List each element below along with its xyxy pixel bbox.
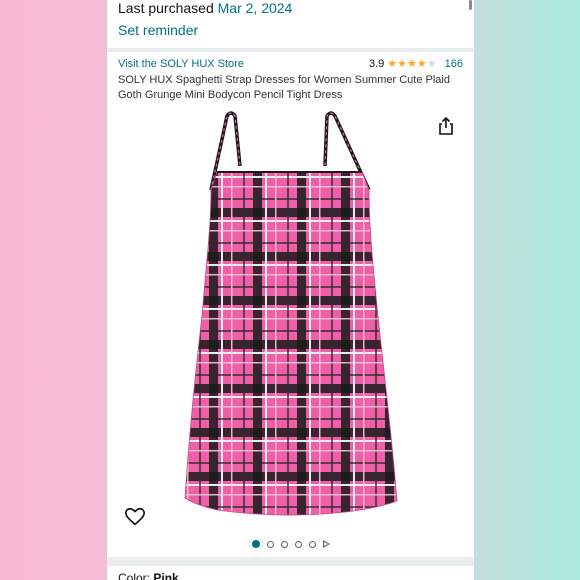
carousel-dot[interactable]	[251, 540, 260, 548]
color-value: Pink	[153, 571, 179, 580]
carousel-dot[interactable]	[280, 540, 288, 548]
star-icon: ★	[426, 57, 437, 70]
rating-count[interactable]: 166	[445, 58, 463, 70]
last-purchased-line: Last purchased Mar 2, 2024	[118, 0, 292, 16]
star-icon: ★	[407, 57, 417, 70]
store-link[interactable]: Visit the SOLY HUX Store	[118, 58, 244, 70]
dress-image	[184, 111, 398, 516]
rating-stars: ★ ★ ★ ★ ★	[387, 57, 437, 70]
star-icon: ★	[416, 57, 427, 70]
rating-value: 3.9	[368, 58, 385, 70]
section-divider	[107, 557, 474, 566]
carousel-dot[interactable]	[308, 540, 316, 548]
carousel-indicators	[107, 537, 474, 551]
last-purchased-date[interactable]: Mar 2, 2024	[218, 0, 293, 16]
product-image[interactable]	[107, 106, 474, 534]
product-panel: Last purchased Mar 2, 2024 Set reminder …	[107, 0, 474, 580]
star-icon: ★	[397, 57, 408, 70]
color-label: Color:	[118, 571, 151, 580]
heart-icon[interactable]	[124, 506, 146, 528]
section-divider	[107, 48, 474, 52]
product-title: SOLY HUX Spaghetti Strap Dresses for Wom…	[118, 74, 450, 101]
play-icon[interactable]	[322, 540, 330, 548]
share-icon[interactable]	[436, 116, 456, 136]
carousel-dot[interactable]	[294, 540, 302, 548]
last-purchased-label: Last purchased	[118, 0, 214, 16]
star-icon: ★	[387, 57, 398, 70]
store-row: Visit the SOLY HUX Store 3.9 ★ ★ ★ ★ ★ 166	[118, 58, 463, 74]
scrollbar-thumb[interactable]	[469, 0, 472, 10]
carousel-dot[interactable]	[266, 540, 274, 548]
rating-summary[interactable]: 3.9 ★ ★ ★ ★ ★ 166	[369, 58, 463, 70]
color-selection: Color: Pink	[118, 571, 179, 580]
set-reminder-link[interactable]: Set reminder	[118, 22, 198, 38]
